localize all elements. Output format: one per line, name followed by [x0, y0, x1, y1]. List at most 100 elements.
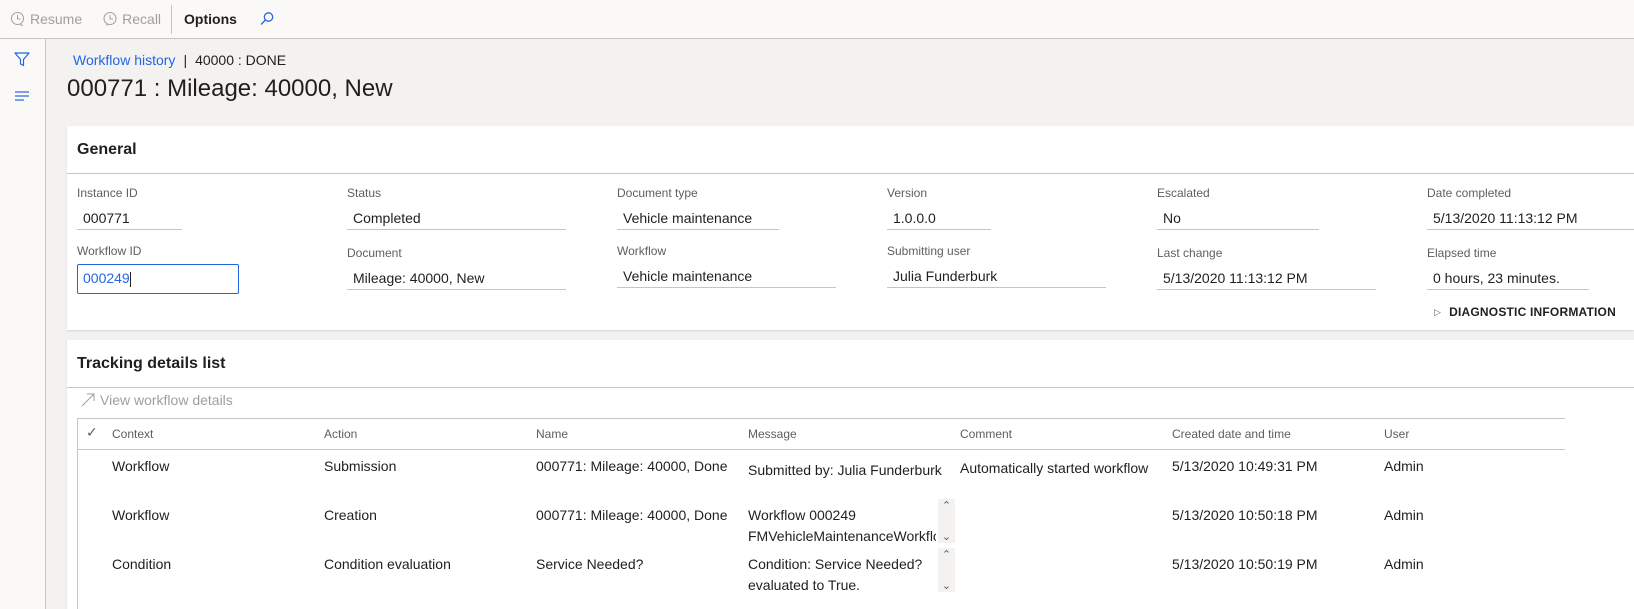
cell-name: 000771: Mileage: 40000, Done — [536, 507, 728, 523]
scroll-down-icon[interactable]: ⌄ — [942, 530, 951, 543]
document-type-value: Vehicle maintenance — [617, 206, 779, 230]
message-line-2: evaluated to True. — [748, 577, 861, 593]
message-line-1: Condition: Service Needed? — [748, 556, 923, 572]
workflow-id-field: Workflow ID 000249 — [77, 244, 239, 294]
message-scroller[interactable]: ⌃ ⌄ — [938, 548, 955, 592]
cell-context: Condition — [112, 556, 172, 572]
column-header-comment[interactable]: Comment — [960, 427, 1012, 441]
tracking-title: Tracking details list — [77, 354, 226, 372]
date-completed-field: Date completed 5/13/2020 11:13:12 PM — [1427, 186, 1634, 230]
text-caret — [129, 271, 131, 287]
document-type-label: Document type — [617, 186, 698, 200]
column-header-context[interactable]: Context — [112, 427, 153, 441]
document-value: Mileage: 40000, New — [347, 266, 566, 290]
version-value: 1.0.0.0 — [887, 206, 991, 230]
table-row[interactable]: Condition Condition evaluation Service N… — [78, 548, 1566, 598]
status-field: Status Completed — [347, 186, 566, 230]
workflow-id-value[interactable]: 000249 — [83, 270, 130, 286]
date-completed-label: Date completed — [1427, 186, 1512, 200]
submitting-user-field: Submitting user Julia Funderburk — [887, 244, 1106, 288]
document-type-field: Document type Vehicle maintenance — [617, 186, 779, 230]
instance-id-label: Instance ID — [77, 186, 138, 200]
select-all-checkmark-icon[interactable]: ✓ — [86, 424, 98, 441]
elapsed-time-value: 0 hours, 23 minutes. — [1427, 266, 1589, 290]
resume-button[interactable]: Resume — [0, 0, 92, 39]
submitting-user-label: Submitting user — [887, 244, 971, 258]
last-change-label: Last change — [1157, 246, 1223, 260]
breadcrumb: Workflow history | 40000 : DONE — [73, 52, 286, 68]
scroll-up-icon[interactable]: ⌃ — [942, 548, 951, 561]
column-header-created[interactable]: Created date and time — [1172, 427, 1291, 441]
table-row[interactable]: Workflow Creation 000771: Mileage: 40000… — [78, 499, 1566, 549]
cell-user: Admin — [1384, 458, 1424, 474]
left-navigation — [0, 39, 46, 609]
version-label: Version — [887, 186, 928, 200]
open-arrow-icon — [81, 393, 95, 407]
cell-name: Service Needed? — [536, 556, 644, 572]
date-completed-value: 5/13/2020 11:13:12 PM — [1427, 206, 1634, 230]
column-header-action[interactable]: Action — [324, 427, 357, 441]
message-line-2: FMVehicleMaintenanceWorkflo — [748, 528, 936, 544]
filter-icon[interactable] — [12, 49, 32, 69]
last-change-value: 5/13/2020 11:13:12 PM — [1157, 266, 1376, 290]
workflow-label: Workflow — [617, 244, 667, 258]
expand-triangle-icon: ▷ — [1434, 306, 1442, 317]
scroll-up-icon[interactable]: ⌃ — [942, 499, 951, 512]
message-line-1: Workflow 000249 — [748, 507, 856, 523]
escalated-value: No — [1157, 206, 1319, 230]
search-icon — [260, 12, 274, 25]
workflow-value: Vehicle maintenance — [617, 264, 836, 288]
column-header-message[interactable]: Message — [748, 427, 797, 441]
cell-created: 5/13/2020 10:50:18 PM — [1172, 507, 1318, 523]
status-label: Status — [347, 186, 382, 200]
general-title: General — [77, 140, 137, 158]
recall-clock-icon — [103, 12, 117, 26]
list-icon[interactable] — [12, 86, 32, 106]
workflow-field: Workflow Vehicle maintenance — [617, 244, 836, 288]
general-header[interactable]: General — [67, 126, 1634, 174]
breadcrumb-separator: | — [183, 52, 188, 68]
clock-icon — [11, 12, 24, 26]
cell-context: Workflow — [112, 507, 170, 523]
cell-action: Creation — [324, 507, 377, 523]
scroll-down-icon[interactable]: ⌄ — [942, 579, 951, 592]
instance-id-field: Instance ID 000771 — [77, 186, 182, 230]
recall-button[interactable]: Recall — [92, 0, 171, 39]
workflow-id-label: Workflow ID — [77, 244, 142, 258]
view-workflow-details-button[interactable]: View workflow details — [80, 392, 233, 408]
cell-comment: Automatically started workflow — [960, 460, 1149, 476]
cell-message: Workflow 000249 FMVehicleMaintenanceWork… — [748, 505, 936, 547]
last-change-field: Last change 5/13/2020 11:13:12 PM — [1157, 246, 1376, 290]
message-line-1: Submitted by: Julia Funderburk — [748, 462, 942, 478]
status-value: Completed — [347, 206, 566, 230]
breadcrumb-link-workflow-history[interactable]: Workflow history — [73, 52, 175, 68]
elapsed-time-label: Elapsed time — [1427, 246, 1497, 260]
view-workflow-details-label: View workflow details — [100, 392, 233, 408]
column-header-user[interactable]: User — [1384, 427, 1409, 441]
resume-label: Resume — [30, 11, 83, 27]
document-field: Document Mileage: 40000, New — [347, 246, 566, 290]
options-label: Options — [184, 11, 237, 27]
tracking-grid: ✓ Context Action Name Message Comment Cr… — [77, 418, 1565, 609]
instance-id-value: 000771 — [77, 206, 182, 230]
column-header-name[interactable]: Name — [536, 427, 568, 441]
cell-context: Workflow — [112, 458, 170, 474]
options-button[interactable]: Options — [171, 4, 249, 34]
diagnostic-information-toggle[interactable]: ▷ DIAGNOSTIC INFORMATION — [1434, 305, 1616, 319]
cell-message: Submitted by: Julia Funderburk — [748, 460, 953, 481]
cell-user: Admin — [1384, 507, 1424, 523]
cell-name: 000771: Mileage: 40000, Done — [536, 458, 728, 474]
cell-message: Condition: Service Needed? evaluated to … — [748, 554, 936, 596]
message-scroller[interactable]: ⌃ ⌄ — [938, 499, 955, 543]
action-pane: Resume Recall Options — [0, 0, 1634, 39]
cell-created: 5/13/2020 10:50:19 PM — [1172, 556, 1318, 572]
table-row[interactable]: Workflow Submission 000771: Mileage: 400… — [78, 450, 1566, 500]
workflow-id-input[interactable]: 000249 — [77, 264, 239, 294]
elapsed-time-field: Elapsed time 0 hours, 23 minutes. — [1427, 246, 1589, 290]
search-button[interactable] — [249, 0, 285, 39]
recall-label: Recall — [122, 11, 162, 27]
version-field: Version 1.0.0.0 — [887, 186, 991, 230]
document-label: Document — [347, 246, 402, 260]
tracking-header[interactable]: Tracking details list — [67, 340, 1634, 388]
diagnostic-information-label: DIAGNOSTIC INFORMATION — [1449, 305, 1616, 319]
